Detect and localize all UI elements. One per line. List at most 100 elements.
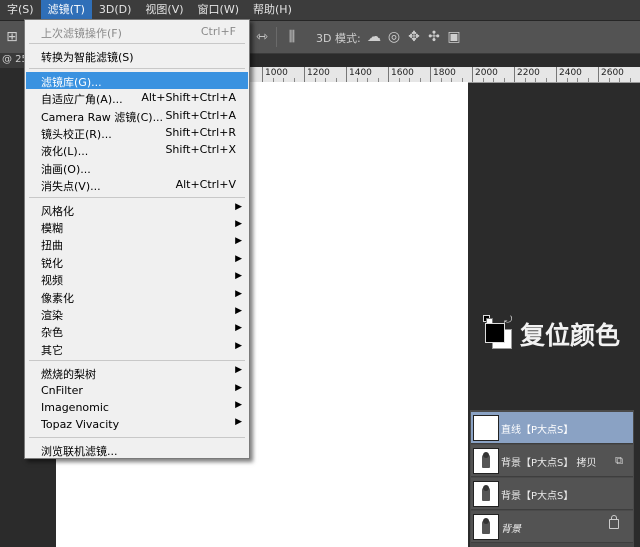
menu-0[interactable]: 字(S) [0, 0, 41, 20]
ruler-tick-label: 2400 [559, 68, 582, 78]
submenu-arrow-icon: ▶ [235, 201, 242, 212]
menu-item-label: 上次滤镜操作(F) [41, 27, 122, 40]
tool-preset-icon[interactable]: ⊞ [4, 29, 20, 45]
filter-menu-item[interactable]: 油画(O)... [26, 159, 248, 176]
thumbnail-figure-head [483, 452, 489, 458]
3d-roll-icon[interactable]: ◎ [386, 29, 402, 45]
ruler-minor-tick [535, 78, 536, 82]
layer-name: 直线【P大点S】 [501, 425, 574, 436]
filter-menu-item[interactable]: 消失点(V)... Alt+Ctrl+V [26, 176, 248, 193]
layer-name: 背景【P大点S】 拷贝 [501, 458, 597, 469]
thumbnail-figure-head [483, 485, 489, 491]
layer-thumbnail [473, 481, 499, 507]
ruler-tick: 2600 [598, 67, 624, 82]
3d-pan-icon[interactable]: ✥ [406, 29, 422, 45]
menu-item-shortcut: Alt+Ctrl+V [175, 178, 236, 192]
menu-item-label: 消失点(V)... [41, 180, 101, 194]
submenu-arrow-icon: ▶ [235, 236, 242, 247]
layer-row[interactable]: 背景【P大点S】 拷贝 ⧉ [471, 445, 633, 477]
ruler-tick: 2400 [556, 67, 582, 82]
filter-menu-item[interactable]: 自适应广角(A)... Alt+Shift+Ctrl+A [26, 89, 248, 106]
filter-menu-item[interactable]: 锐化 ▶ [26, 253, 248, 270]
ruler-minor-tick [608, 78, 610, 82]
filter-menu-item[interactable]: 其它 ▶ [26, 340, 248, 357]
3d-mode-label: 3D 模式: [316, 32, 361, 45]
ruler-tick-label: 1600 [391, 68, 414, 78]
ruler-minor-tick [524, 78, 526, 82]
ruler-tick: 1800 [430, 67, 456, 82]
ruler-minor-tick [566, 78, 568, 82]
filter-menu-item[interactable]: 渲染 ▶ [26, 305, 248, 322]
ruler-tick-label: 2600 [601, 68, 624, 78]
submenu-arrow-icon: ▶ [235, 306, 242, 316]
filter-menu-item[interactable]: 像素化 ▶ [26, 288, 248, 305]
foreground-color-swatch[interactable] [485, 323, 505, 343]
distribute-icon[interactable]: ⫼ [284, 29, 300, 45]
ruler-tick-label: 2200 [517, 68, 540, 78]
menu-5[interactable]: 帮助(H) [246, 0, 299, 20]
ruler-tick: 2200 [514, 67, 540, 82]
ruler-minor-tick [619, 78, 620, 82]
layer-row[interactable]: 直线【P大点S】 [471, 412, 633, 444]
layer-thumbnail [473, 415, 499, 441]
default-colors-icon[interactable] [483, 315, 493, 325]
filter-menu-item[interactable]: CnFilter ▶ [26, 382, 248, 399]
layer-row[interactable]: 背景【P大点S】 [471, 478, 633, 510]
swap-colors-icon[interactable]: ⤾ [504, 315, 512, 326]
filter-menu-item[interactable]: Imagenomic ▶ [26, 399, 248, 416]
3d-orbit-icon[interactable]: ☁ [366, 29, 382, 45]
align-icon[interactable]: ⇿ [254, 29, 270, 45]
filter-menu-item[interactable]: 燃烧的梨树 ▶ [26, 364, 248, 381]
menu-item-shortcut: Alt+Shift+Ctrl+A [141, 91, 236, 105]
menu-item-label: 模糊 [41, 222, 63, 235]
filter-menu-item[interactable]: 转换为智能滤镜(S) [26, 47, 248, 64]
submenu-arrow-icon: ▶ [235, 288, 242, 299]
layer-thumbnail [473, 514, 499, 540]
ruler-tick: 1200 [304, 67, 330, 82]
ruler-minor-tick [629, 78, 631, 82]
filter-menu-item[interactable]: Topaz Vivacity ▶ [26, 416, 248, 433]
layer-row[interactable]: 背景 [471, 511, 633, 543]
submenu-arrow-icon: ▶ [235, 271, 242, 282]
filter-menu-item[interactable]: 视频 ▶ [26, 270, 248, 287]
menu-item-label: 液化(L)... [41, 145, 89, 159]
filter-menu-item[interactable]: Camera Raw 滤镜(C)... Shift+Ctrl+A [26, 107, 248, 124]
menu-item-label: 其它 [41, 343, 63, 357]
menu-item-label: 渲染 [41, 309, 63, 322]
ruler-minor-tick [587, 78, 589, 82]
submenu-arrow-icon: ▶ [235, 253, 242, 264]
menu-separator [29, 196, 245, 198]
3d-scale-icon[interactable]: ▣ [446, 29, 462, 45]
ruler-minor-tick [503, 78, 505, 82]
ruler-tick: 1400 [346, 67, 372, 82]
ruler-tick: 1000 [262, 67, 288, 82]
ruler-tick: 2000 [472, 67, 498, 82]
filter-menu-item[interactable]: 扭曲 ▶ [26, 235, 248, 252]
menu-4[interactable]: 窗口(W) [191, 0, 246, 20]
menu-1[interactable]: 滤镜(T) [40, 0, 92, 20]
menu-item-label: 滤镜库(G)... [41, 75, 102, 89]
separator [276, 27, 277, 47]
menu-2[interactable]: 3D(D) [92, 0, 139, 20]
menu-item-label: 浏览联机滤镜... [41, 444, 118, 458]
filter-menu-item[interactable]: 杂色 ▶ [26, 322, 248, 339]
submenu-arrow-icon: ▶ [235, 365, 242, 376]
filter-menu-item[interactable]: 风格化 ▶ [26, 201, 248, 218]
filter-menu-item[interactable]: 模糊 ▶ [26, 218, 248, 235]
3d-slide-icon[interactable]: ✣ [426, 29, 442, 45]
ruler-tick-label: 2000 [475, 68, 498, 78]
reset-colors-title: 复位颜色 [520, 321, 621, 350]
menu-item-label: 转换为智能滤镜(S) [41, 51, 134, 65]
lock-icon[interactable] [609, 515, 619, 529]
submenu-arrow-icon: ▶ [235, 340, 242, 351]
filter-menu-item[interactable]: 镜头校正(R)... Shift+Ctrl+R [26, 124, 248, 141]
menu-item-label: 锐化 [41, 256, 63, 270]
horizontal-ruler[interactable]: 10001200140016001800200022002400260028 [250, 67, 640, 83]
filter-menu-item[interactable]: 滤镜库(G)... [26, 71, 248, 89]
layers-panel: 直线【P大点S】背景【P大点S】 拷贝 ⧉ 背景【P大点S】 背景 [470, 410, 634, 547]
color-swatches[interactable]: ⤾ [482, 315, 516, 353]
filter-menu-item[interactable]: 浏览联机滤镜... [26, 441, 248, 458]
menu-3[interactable]: 视图(V) [138, 0, 190, 20]
menu-item-label: Topaz Vivacity [41, 418, 120, 432]
filter-menu-item[interactable]: 液化(L)... Shift+Ctrl+X [26, 141, 248, 158]
